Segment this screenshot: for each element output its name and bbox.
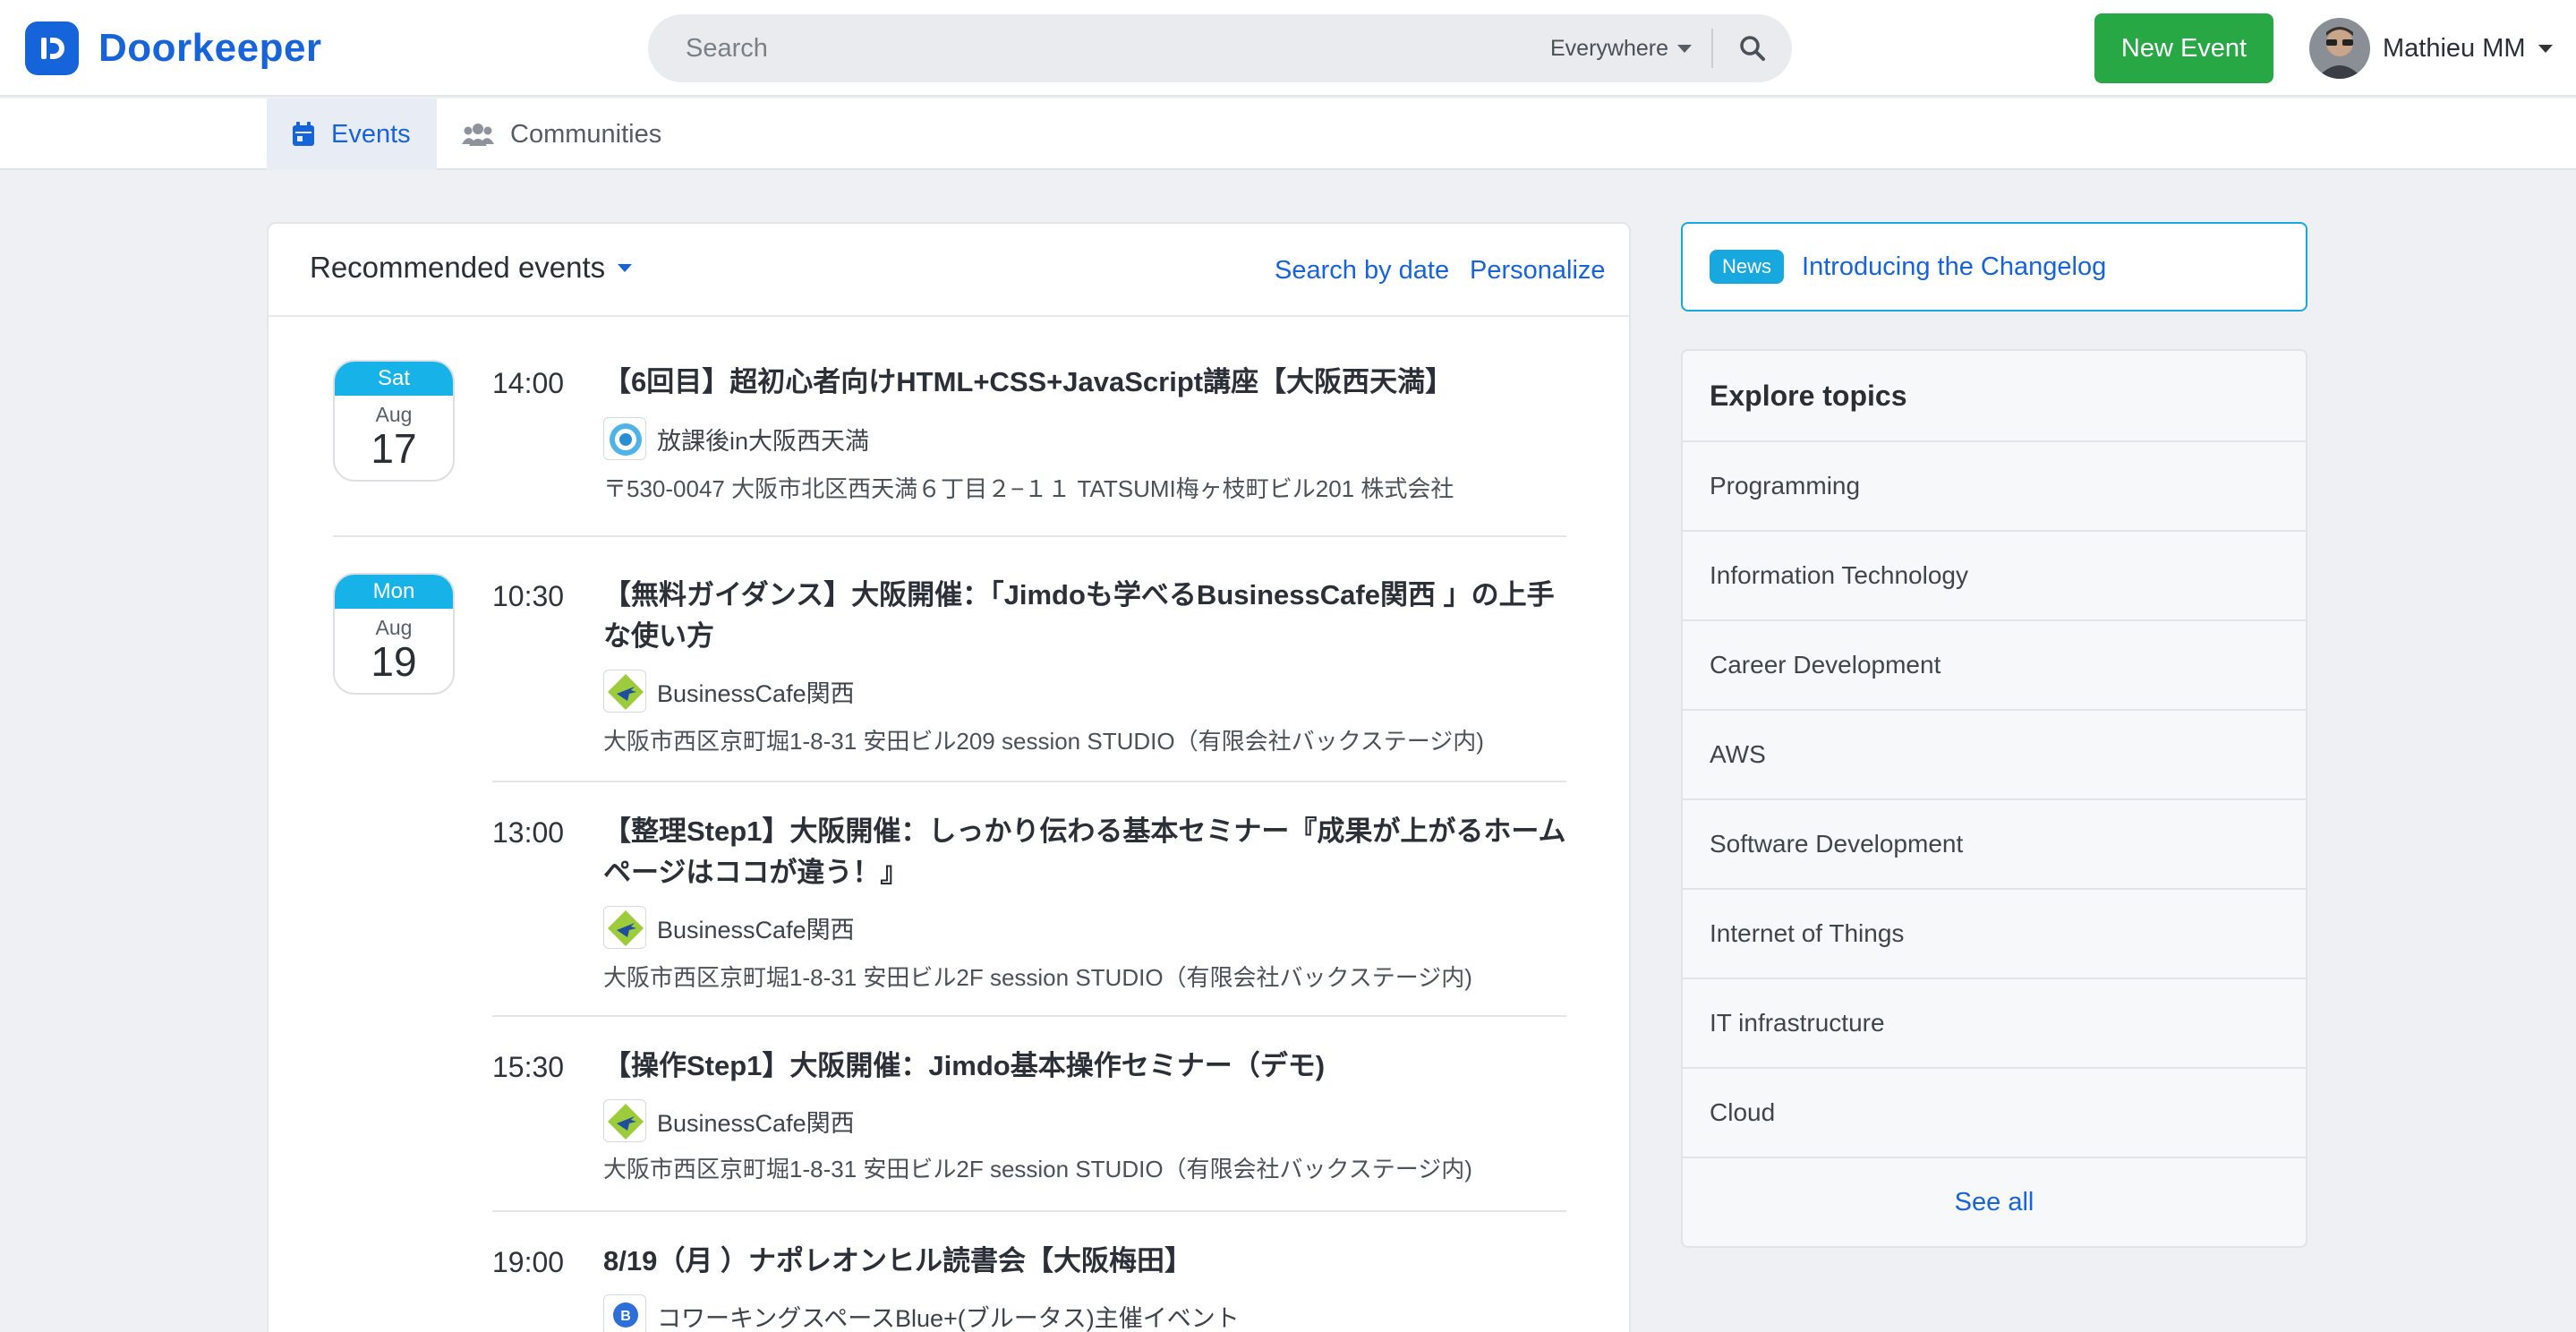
- new-event-button[interactable]: New Event: [2094, 13, 2273, 83]
- personalize-link[interactable]: Personalize: [1470, 256, 1606, 286]
- event-time: 19:00: [492, 1246, 565, 1278]
- event-address: 大阪市西区京町堀1-8-31 安田ビル2F session STUDIO（有限会…: [603, 964, 1472, 991]
- see-all-topics-link[interactable]: See all: [1683, 1158, 2306, 1246]
- chevron-down-icon: [618, 263, 633, 272]
- event-group-link[interactable]: BusinessCafe関西: [603, 1099, 855, 1142]
- event-group-link[interactable]: B コワーキングスペースBlue+(ブルータス)主催イベント: [603, 1294, 1240, 1332]
- event-group-name: コワーキングスペースBlue+(ブルータス)主催イベント: [657, 1304, 1240, 1332]
- event-time: 10:30: [492, 580, 565, 612]
- brand-name: Doorkeeper: [98, 26, 322, 70]
- search-scope-label: Everywhere: [1550, 35, 1668, 61]
- date-badge-day: 19: [371, 638, 417, 685]
- group-logo-icon: [603, 417, 646, 460]
- sub-navigation: Events Communities: [0, 98, 2576, 170]
- search-icon: [1740, 36, 1765, 61]
- users-icon: [462, 123, 494, 146]
- search-by-date-link[interactable]: Search by date: [1275, 256, 1449, 286]
- group-logo-icon: B: [603, 1294, 646, 1332]
- event-time: 13:00: [492, 816, 565, 849]
- topic-item[interactable]: Cloud: [1683, 1069, 2306, 1158]
- topic-item[interactable]: AWS: [1683, 711, 2306, 800]
- divider: [333, 535, 1566, 537]
- event-title-link[interactable]: 【整理Step1】大阪開催：しっかり伝わる基本セミナー『成果が上がるホームページ…: [603, 811, 1570, 893]
- news-banner[interactable]: News Introducing the Changelog: [1681, 222, 2307, 312]
- calendar-icon: [292, 122, 315, 147]
- recommended-events-dropdown[interactable]: Recommended events: [310, 251, 633, 285]
- date-badge-month: Aug: [375, 403, 413, 426]
- svg-text:B: B: [620, 1309, 631, 1324]
- doorkeeper-logo-icon: [25, 21, 79, 75]
- top-navbar: Doorkeeper Everywhere New Event: [0, 0, 2576, 97]
- event-address: 〒530-0047 大阪市北区西天満６丁目２−１１ TATSUMI梅ヶ枝町ビル2…: [603, 475, 1454, 502]
- explore-topics-title: Explore topics: [1683, 351, 2306, 442]
- divider: [492, 1015, 1566, 1017]
- search-bar: Everywhere: [648, 14, 1792, 82]
- event-time: 15:30: [492, 1051, 565, 1083]
- tab-events-label: Events: [331, 119, 411, 149]
- event-group-name: BusinessCafe関西: [657, 916, 855, 944]
- card-header: Recommended events Search by date Person…: [269, 224, 1629, 317]
- chevron-down-icon: [2538, 44, 2553, 53]
- user-menu[interactable]: Mathieu MM: [2309, 18, 2553, 79]
- topic-item[interactable]: Programming: [1683, 442, 2306, 532]
- event-group-link[interactable]: BusinessCafe関西: [603, 906, 855, 949]
- event-group-link[interactable]: BusinessCafe関西: [603, 670, 855, 713]
- tab-communities[interactable]: Communities: [462, 98, 661, 170]
- event-group-name: 放課後in大阪西天満: [657, 427, 870, 455]
- group-logo-icon: [603, 906, 646, 949]
- topic-item[interactable]: Internet of Things: [1683, 890, 2306, 979]
- chevron-down-icon: [1677, 44, 1692, 53]
- brand[interactable]: Doorkeeper: [25, 21, 322, 75]
- event-group-link[interactable]: 放課後in大阪西天満: [603, 417, 869, 460]
- date-badge: Mon Aug 19: [333, 573, 455, 695]
- group-logo-icon: [603, 670, 646, 713]
- group-logo-icon: [603, 1099, 646, 1142]
- event-group-name: BusinessCafe関西: [657, 1109, 855, 1137]
- event-address: 大阪市西区京町堀1-8-31 安田ビル2F session STUDIO（有限会…: [603, 1156, 1472, 1183]
- event-title-link[interactable]: 【無料ガイダンス】大阪開催：「Jimdoも学べるBusinessCafe関西 」…: [603, 575, 1570, 657]
- topic-item[interactable]: IT infrastructure: [1683, 979, 2306, 1069]
- tab-communities-label: Communities: [510, 119, 662, 149]
- topic-item[interactable]: Career Development: [1683, 621, 2306, 711]
- date-badge-day: 17: [371, 425, 417, 472]
- date-badge-weekday: Mon: [335, 575, 453, 609]
- event-address: 大阪市西区京町堀1-8-31 安田ビル209 session STUDIO（有限…: [603, 728, 1484, 755]
- divider: [492, 781, 1566, 782]
- topic-item[interactable]: Software Development: [1683, 800, 2306, 890]
- event-group-name: BusinessCafe関西: [657, 679, 855, 707]
- search-input[interactable]: [648, 14, 1541, 82]
- date-badge-month: Aug: [375, 616, 413, 639]
- recommended-events-card: Recommended events Search by date Person…: [267, 222, 1631, 1332]
- explore-topics-panel: Explore topics Programming Information T…: [1681, 349, 2307, 1248]
- avatar: [2309, 18, 2370, 79]
- news-badge: News: [1710, 250, 1785, 284]
- topic-item[interactable]: Information Technology: [1683, 532, 2306, 621]
- event-time: 14:00: [492, 367, 565, 399]
- event-title-link[interactable]: 8/19（月 ）ナポレオンヒル読書会【大阪梅田】: [603, 1241, 1570, 1282]
- date-badge: Sat Aug 17: [333, 360, 455, 482]
- recommended-events-title: Recommended events: [310, 251, 606, 284]
- tab-events[interactable]: Events: [267, 98, 437, 170]
- search-scope-dropdown[interactable]: Everywhere: [1541, 14, 1711, 82]
- date-badge-weekday: Sat: [335, 362, 453, 396]
- event-title-link[interactable]: 【操作Step1】大阪開催：Jimdo基本操作セミナー（デモ): [603, 1046, 1570, 1087]
- news-link[interactable]: Introducing the Changelog: [1802, 252, 2106, 282]
- divider: [492, 1210, 1566, 1212]
- event-title-link[interactable]: 【6回目】超初心者向けHTML+CSS+JavaScript講座【大阪西天満】: [603, 362, 1570, 403]
- search-button[interactable]: [1713, 14, 1792, 82]
- user-name: Mathieu MM: [2383, 33, 2526, 63]
